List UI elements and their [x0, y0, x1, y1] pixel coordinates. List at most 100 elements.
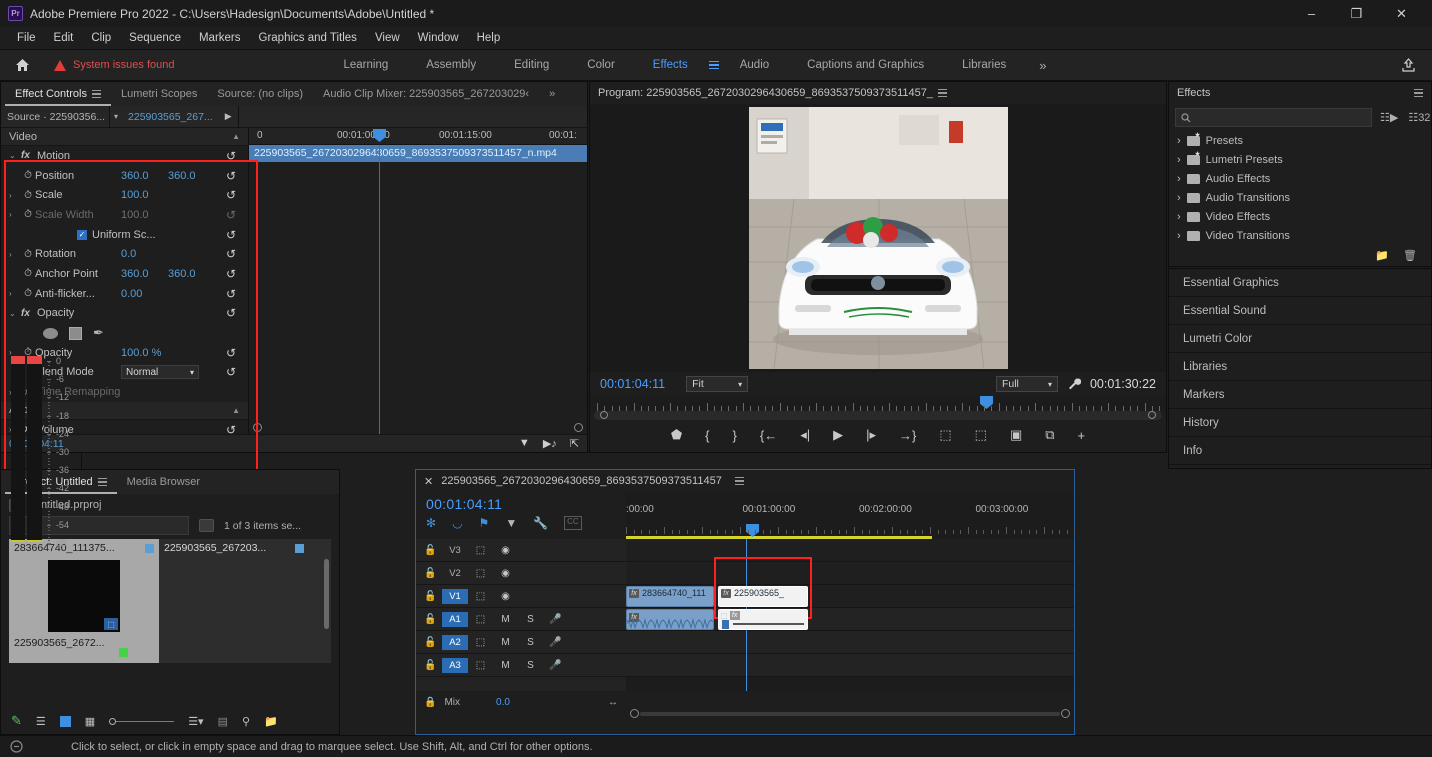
- workspace-tab-captions-and-graphics[interactable]: Captions and Graphics: [788, 50, 943, 81]
- 32bit-color-icon[interactable]: ☷32: [1408, 111, 1430, 124]
- effect-controls-ruler[interactable]: 0 00:01:00:00 00:01:15:00 00:01:: [249, 128, 587, 145]
- magnet-icon[interactable]: ◡: [452, 516, 462, 530]
- rail-panel-history[interactable]: History: [1169, 409, 1431, 437]
- minimize-button[interactable]: –: [1289, 0, 1334, 27]
- workspace-tab-color[interactable]: Color: [568, 50, 633, 81]
- property-row-anti-flicker-[interactable]: › ⏱ Anti-flicker... 0.00 ↺: [1, 284, 248, 304]
- solo-icon[interactable]: S: [518, 637, 543, 648]
- mix-value[interactable]: 0.0: [496, 697, 510, 708]
- playback-resolution-select[interactable]: Full ▾: [995, 376, 1058, 392]
- goto-in-button[interactable]: {←: [760, 428, 777, 443]
- workspace-tab-assembly[interactable]: Assembly: [407, 50, 495, 81]
- stopwatch-icon[interactable]: ⏱: [21, 288, 35, 299]
- effects-tree-item-audio-transitions[interactable]: › Audio Transitions: [1169, 188, 1431, 207]
- solo-icon[interactable]: S: [518, 614, 543, 625]
- audio-meter-left[interactable]: [11, 356, 26, 542]
- pen-icon[interactable]: ✎: [11, 713, 22, 729]
- twirl-icon[interactable]: ›: [1177, 135, 1181, 147]
- menu-item-file[interactable]: File: [8, 30, 45, 46]
- effect-controls-clip-bar[interactable]: 225903565_2672030296430659_8693537509373…: [249, 145, 587, 162]
- step-forward-button[interactable]: |▸: [866, 427, 876, 443]
- export-frame-button[interactable]: ▣: [1010, 427, 1022, 443]
- twirl-icon[interactable]: ›: [9, 210, 21, 219]
- twirl-icon[interactable]: ⌄: [9, 309, 21, 318]
- add-marker-button[interactable]: ⬟: [671, 427, 682, 443]
- zoom-handle-left[interactable]: [253, 423, 262, 432]
- list-view-icon[interactable]: ☰: [36, 715, 46, 728]
- marker-icon[interactable]: ▼: [505, 516, 517, 530]
- track-header-a2[interactable]: 🔓 A2 ⬚ M S 🎤: [416, 631, 626, 654]
- close-icon[interactable]: ✕: [424, 475, 433, 488]
- goto-out-button[interactable]: →}: [899, 428, 916, 443]
- track-output-icon[interactable]: ⬚: [468, 545, 493, 556]
- panel-tab-effect-controls[interactable]: Effect Controls: [5, 82, 111, 106]
- scroll-handle-left[interactable]: [600, 410, 608, 419]
- effects-tree-item-video-effects[interactable]: › Video Effects: [1169, 207, 1431, 226]
- filter-bin-icon[interactable]: [199, 519, 214, 532]
- reset-icon[interactable]: ↺: [226, 247, 236, 261]
- scroll-handle-right[interactable]: [1148, 410, 1156, 419]
- maximize-button[interactable]: ❐: [1334, 0, 1379, 27]
- property-value[interactable]: 360.0: [121, 268, 168, 280]
- rectangle-mask-icon[interactable]: [69, 326, 82, 340]
- workspace-tab-effects[interactable]: Effects: [634, 50, 707, 81]
- eye-icon[interactable]: ◉: [493, 545, 518, 556]
- lock-icon[interactable]: 🔒: [424, 697, 436, 708]
- property-row-scale-width[interactable]: › ⏱ Scale Width 100.0 ↺: [1, 205, 248, 225]
- mute-icon[interactable]: M: [493, 660, 518, 671]
- ellipse-mask-icon[interactable]: [43, 327, 58, 339]
- step-back-button[interactable]: ◂|: [800, 427, 810, 443]
- track-name-a1[interactable]: A1: [442, 611, 468, 627]
- timeline-audio-clip-1[interactable]: fx: [626, 609, 714, 630]
- track-name-v2[interactable]: V2: [442, 566, 468, 581]
- twirl-icon[interactable]: ›: [9, 191, 21, 200]
- property-value[interactable]: 100.0: [121, 209, 168, 221]
- workspace-tab-menu-icon[interactable]: [708, 60, 719, 70]
- program-current-timecode[interactable]: 00:01:04:11: [600, 377, 665, 391]
- project-item[interactable]: 283664740_111375... ⬚ 225903565_2672...: [9, 539, 159, 663]
- effects-tree-item-presets[interactable]: › Presets: [1169, 131, 1431, 150]
- track-header-v1[interactable]: 🔓 V1 ⬚ ◉: [416, 585, 626, 608]
- lock-icon[interactable]: 🔓: [424, 591, 442, 602]
- video-section-header[interactable]: Video ▲: [1, 128, 248, 146]
- timeline-ruler[interactable]: :00:00 00:01:00:00 00:02:00:00 00:03:00:00: [626, 492, 1076, 539]
- menu-item-view[interactable]: View: [366, 30, 409, 46]
- rail-panel-essential-graphics[interactable]: Essential Graphics: [1169, 269, 1431, 297]
- property-row-masks[interactable]: ✒: [1, 323, 248, 343]
- reset-icon[interactable]: ↺: [226, 346, 236, 360]
- timeline-clip-2[interactable]: fx 225903565_: [718, 586, 808, 607]
- property-value-2[interactable]: 360.0: [168, 170, 215, 182]
- audio-meter-right[interactable]: [27, 356, 42, 542]
- menu-item-markers[interactable]: Markers: [190, 30, 250, 46]
- panel-menu-icon[interactable]: [91, 89, 101, 99]
- property-row-motion[interactable]: ⌄ fx Motion ↺: [1, 146, 248, 166]
- search-input-wrap[interactable]: [1175, 108, 1372, 127]
- lock-icon[interactable]: 🔓: [424, 637, 442, 648]
- menu-item-edit[interactable]: Edit: [45, 30, 83, 46]
- twirl-icon[interactable]: ⌄: [9, 151, 21, 160]
- project-thumb-dot[interactable]: [119, 648, 128, 657]
- panel-menu-icon[interactable]: [938, 88, 948, 98]
- solo-icon[interactable]: S: [518, 660, 543, 671]
- stopwatch-icon[interactable]: ⏱: [21, 268, 35, 279]
- property-row-anchor-point[interactable]: ⏱ Anchor Point 360.0 360.0 ↺: [1, 264, 248, 284]
- panel-tab-audio-clip-mixer-225903565-267203029-[interactable]: Audio Clip Mixer: 225903565_267203029‹: [313, 82, 539, 106]
- system-issues-indicator[interactable]: System issues found: [44, 59, 185, 71]
- reset-icon[interactable]: ↺: [226, 287, 236, 301]
- property-row-position[interactable]: ⏱ Position 360.0 360.0 ↺: [1, 166, 248, 186]
- property-value-2[interactable]: 360.0: [168, 268, 215, 280]
- workspace-tab-learning[interactable]: Learning: [325, 50, 408, 81]
- twirl-icon[interactable]: ›: [9, 250, 21, 259]
- lane-a2[interactable]: [626, 631, 1074, 654]
- track-name-v1[interactable]: V1: [442, 588, 468, 604]
- lift-button[interactable]: ⬚: [939, 427, 951, 443]
- stopwatch-icon[interactable]: ⏱: [21, 249, 35, 260]
- comparison-view-button[interactable]: ⧉: [1045, 427, 1054, 443]
- selected-clip-label[interactable]: 225903565_267...: [122, 111, 219, 123]
- menu-item-graphics-and-titles[interactable]: Graphics and Titles: [250, 30, 366, 46]
- freeform-view-icon[interactable]: ▦: [85, 715, 95, 728]
- stopwatch-icon[interactable]: ⏱: [21, 170, 35, 181]
- scroll-handle-left[interactable]: [630, 709, 639, 718]
- property-row-scale[interactable]: › ⏱ Scale 100.0 ↺: [1, 185, 248, 205]
- voice-over-icon[interactable]: 🎤: [543, 637, 568, 648]
